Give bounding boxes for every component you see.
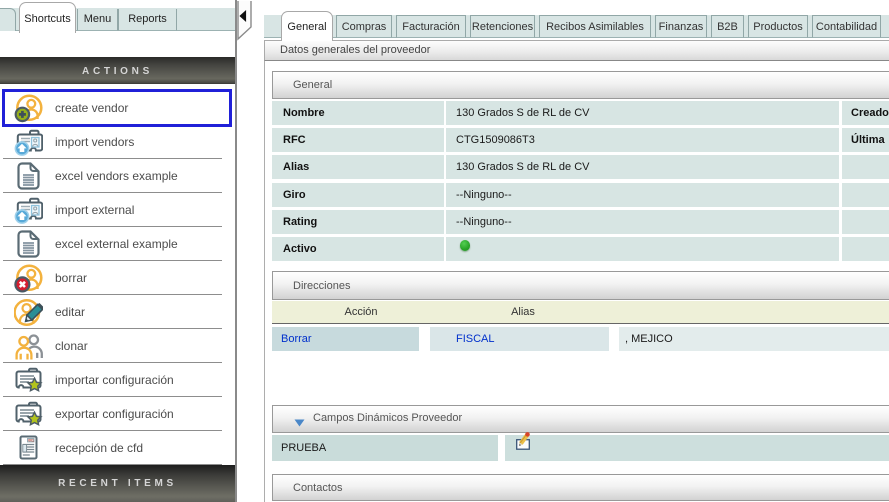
svg-text:001: 001 — [28, 439, 34, 443]
